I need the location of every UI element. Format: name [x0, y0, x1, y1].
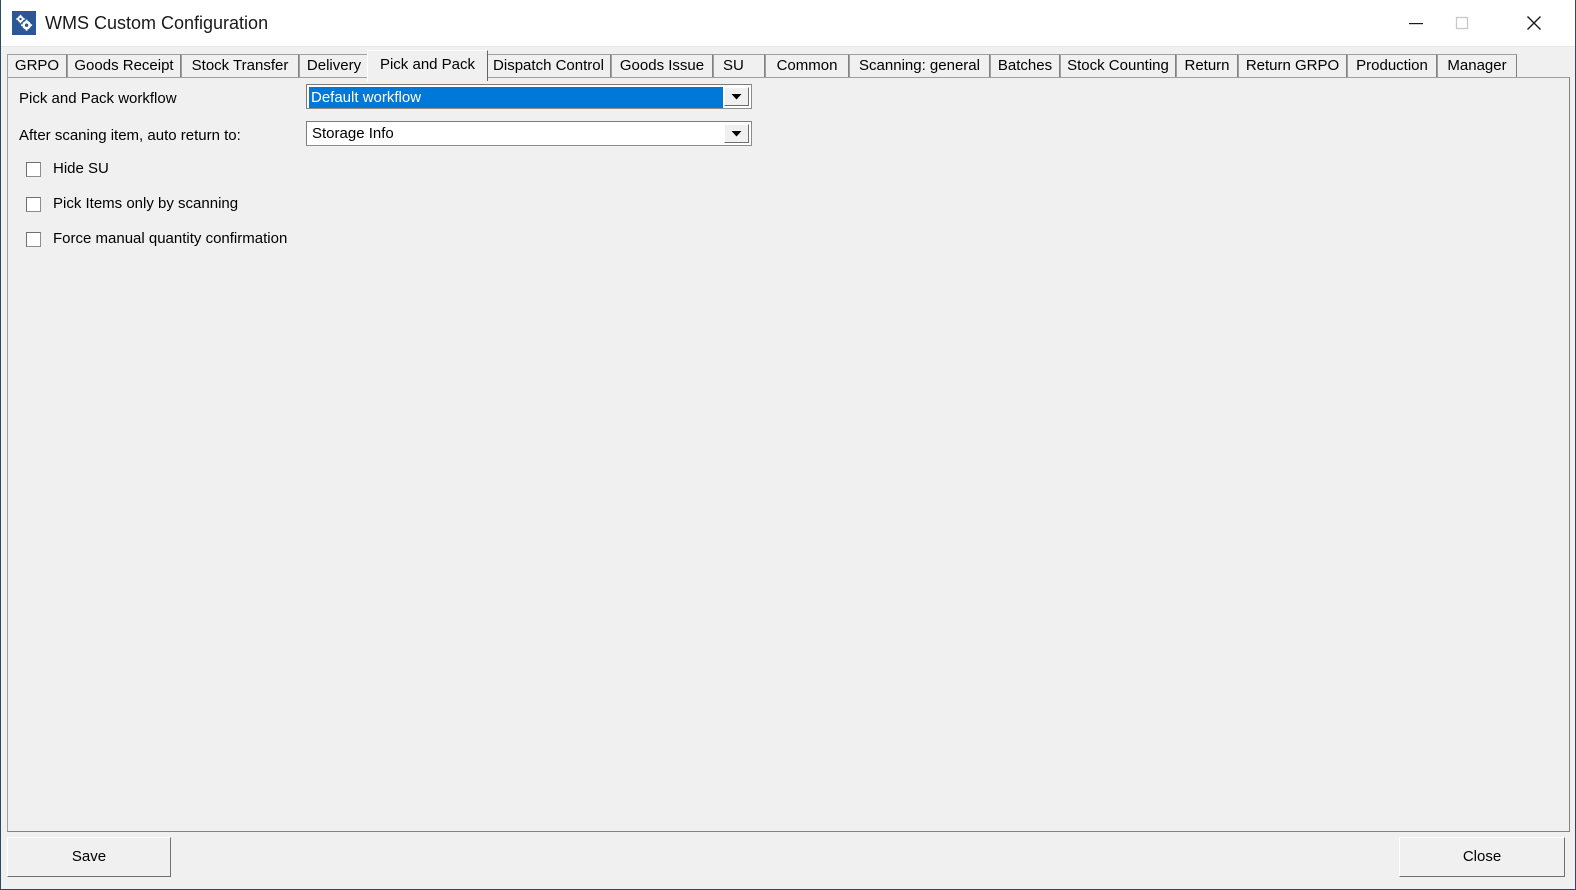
workflow-combobox-value: Default workflow — [309, 87, 723, 108]
wms-configuration-window: WMS Custom Configuration GRPO Goods Rece… — [0, 0, 1576, 890]
tab-common[interactable]: Common — [765, 54, 849, 78]
tab-batches[interactable]: Batches — [990, 54, 1060, 78]
chevron-down-icon — [731, 93, 742, 100]
minimize-button[interactable] — [1393, 0, 1439, 46]
auto-return-dropdown-button[interactable] — [724, 124, 749, 143]
pick-items-only-by-scanning-checkbox-row[interactable]: Pick Items only by scanning — [26, 195, 238, 213]
maximize-button[interactable] — [1439, 0, 1485, 46]
force-manual-quantity-confirmation-checkbox[interactable] — [26, 232, 41, 247]
auto-return-combobox[interactable]: Storage Info — [306, 121, 752, 146]
hide-su-checkbox-row[interactable]: Hide SU — [26, 160, 109, 178]
auto-return-label: After scaning item, auto return to: — [19, 127, 241, 145]
workflow-combobox[interactable]: Default workflow — [306, 84, 752, 109]
window-title: WMS Custom Configuration — [45, 11, 268, 35]
pick-items-only-by-scanning-checkbox[interactable] — [26, 197, 41, 212]
chevron-down-icon — [731, 130, 742, 137]
tab-return-grpo[interactable]: Return GRPO — [1238, 54, 1347, 78]
tab-strip: GRPO Goods Receipt Stock Transfer Delive… — [7, 50, 1570, 78]
tab-dispatch-control[interactable]: Dispatch Control — [486, 54, 611, 78]
tab-manager[interactable]: Manager — [1437, 54, 1517, 78]
hide-su-checkbox[interactable] — [26, 162, 41, 177]
tab-goods-issue[interactable]: Goods Issue — [611, 54, 713, 78]
pick-items-only-by-scanning-label: Pick Items only by scanning — [53, 195, 238, 213]
close-icon — [1522, 11, 1546, 35]
close-button[interactable]: Close — [1399, 837, 1565, 877]
close-window-button[interactable] — [1511, 0, 1557, 46]
tab-return[interactable]: Return — [1176, 54, 1238, 78]
tab-stock-counting[interactable]: Stock Counting — [1060, 54, 1176, 78]
auto-return-combobox-value: Storage Info — [310, 124, 721, 143]
tab-goods-receipt[interactable]: Goods Receipt — [67, 54, 181, 78]
minimize-icon — [1405, 12, 1427, 34]
workflow-label: Pick and Pack workflow — [19, 90, 177, 108]
tab-pick-and-pack[interactable]: Pick and Pack — [367, 50, 488, 81]
force-manual-quantity-confirmation-checkbox-row[interactable]: Force manual quantity confirmation — [26, 230, 287, 248]
tab-stock-transfer[interactable]: Stock Transfer — [181, 54, 299, 78]
hide-su-label: Hide SU — [53, 160, 109, 178]
workflow-dropdown-button[interactable] — [724, 87, 749, 106]
save-button[interactable]: Save — [7, 837, 171, 877]
pick-and-pack-panel: Pick and Pack workflow Default workflow … — [7, 77, 1570, 832]
tab-production[interactable]: Production — [1347, 54, 1437, 78]
maximize-icon — [1451, 12, 1473, 34]
tab-grpo[interactable]: GRPO — [7, 54, 67, 78]
tab-scanning-general[interactable]: Scanning: general — [849, 54, 990, 78]
title-bar: WMS Custom Configuration — [1, 0, 1576, 47]
tab-su[interactable]: SU — [713, 54, 765, 78]
force-manual-quantity-confirmation-label: Force manual quantity confirmation — [53, 230, 287, 248]
gears-icon — [12, 11, 36, 35]
tab-delivery[interactable]: Delivery — [299, 54, 369, 78]
